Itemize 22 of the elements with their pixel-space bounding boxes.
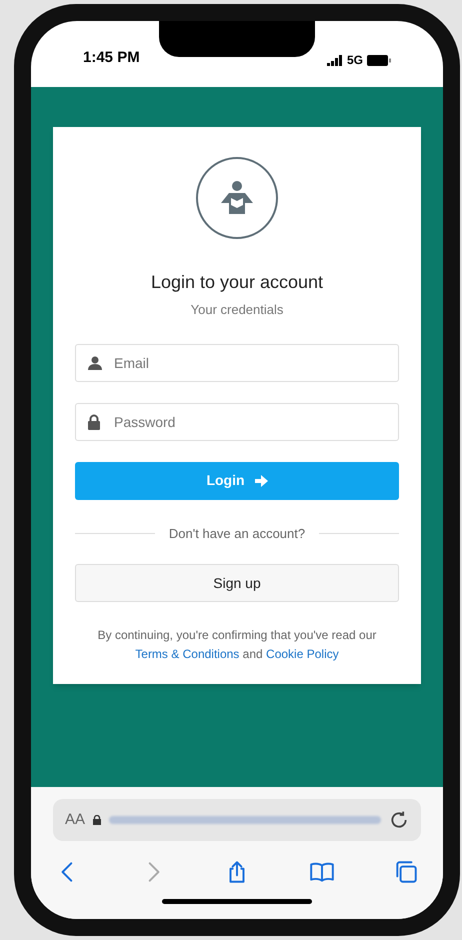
lock-icon — [87, 414, 101, 430]
lock-icon — [93, 815, 102, 825]
cookie-link[interactable]: Cookie Policy — [266, 647, 339, 661]
status-time: 1:45 PM — [83, 48, 140, 68]
password-field[interactable]: Password — [75, 402, 399, 440]
email-field[interactable]: Email — [75, 344, 399, 382]
battery-icon — [367, 54, 391, 66]
text-size-button[interactable]: AA — [65, 808, 86, 832]
legal-text: By continuing, you're confirming that you've read our Terms & Conditions and Cookie Policy — [98, 627, 376, 663]
reload-icon — [389, 810, 409, 830]
arrow-icon — [254, 474, 268, 486]
signup-button[interactable]: Sign up — [75, 564, 399, 602]
signal-icon — [326, 54, 343, 66]
network-label: 5G — [346, 52, 363, 69]
card-title: Login to your account — [150, 271, 324, 294]
divider-text: Don't have an account? — [168, 524, 306, 542]
address-bar[interactable]: AA — [53, 799, 421, 841]
user-icon — [87, 354, 103, 370]
card-subtitle: Your credentials — [190, 301, 284, 319]
reader-icon — [219, 180, 255, 216]
terms-link[interactable]: Terms & Conditions — [135, 647, 240, 661]
login-button[interactable]: Login — [75, 462, 399, 500]
